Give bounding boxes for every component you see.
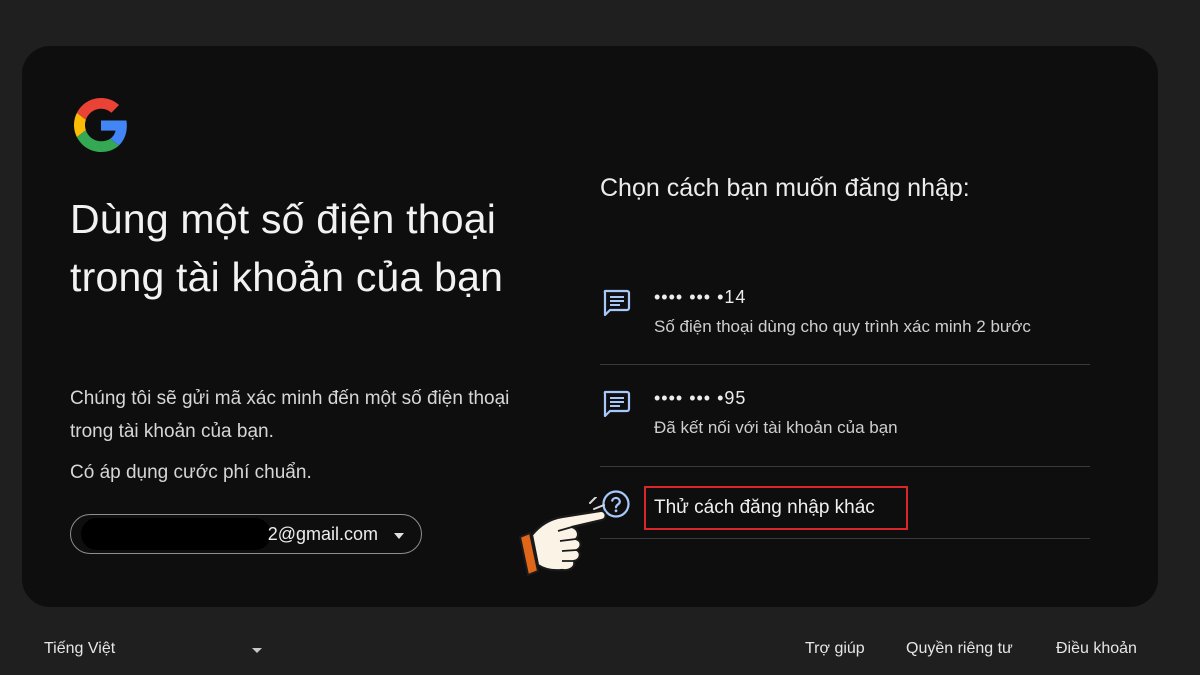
divider	[600, 364, 1090, 365]
terms-link[interactable]: Điều khoản	[1056, 640, 1137, 658]
sms-icon	[603, 289, 631, 317]
footer: Tiếng Việt Trợ giúp Quyền riêng tư Điều …	[0, 630, 1200, 670]
sms-icon	[603, 390, 631, 418]
option-phone-number: •••• ••• •95	[654, 388, 747, 408]
privacy-link[interactable]: Quyền riêng tư	[906, 640, 1013, 658]
language-select[interactable]: Tiếng Việt	[44, 640, 266, 662]
divider	[600, 538, 1090, 539]
redacted-email-mask	[81, 518, 271, 550]
page: Dùng một số điện thoại trong tài khoản c…	[0, 0, 1200, 675]
try-another-way-option[interactable]: Thử cách đăng nhập khác	[600, 484, 1090, 536]
divider	[600, 466, 1090, 467]
try-another-way-label[interactable]: Thử cách đăng nhập khác	[644, 486, 908, 530]
google-logo	[74, 98, 127, 152]
pointing-hand-icon	[518, 497, 607, 577]
help-link[interactable]: Trợ giúp	[805, 640, 865, 658]
option-description: Số điện thoại dùng cho quy trình xác min…	[654, 317, 1031, 336]
option-phone-number: •••• ••• •14	[654, 287, 747, 307]
fee-note: Có áp dụng cước phí chuẩn.	[70, 462, 312, 483]
page-title: Dùng một số điện thoại trong tài khoản c…	[70, 196, 504, 300]
description-text: Chúng tôi sẽ gửi mã xác minh đến một số …	[70, 388, 510, 442]
chevron-down-icon	[394, 533, 404, 539]
account-email: 2@gmail.com	[267, 524, 378, 544]
options-title: Chọn cách bạn muốn đăng nhập:	[600, 174, 970, 202]
language-label: Tiếng Việt	[44, 640, 116, 657]
option-description: Đã kết nối với tài khoản của bạn	[654, 418, 898, 437]
account-chooser-button[interactable]: 2@gmail.com	[70, 514, 422, 554]
chevron-down-icon	[252, 648, 262, 653]
